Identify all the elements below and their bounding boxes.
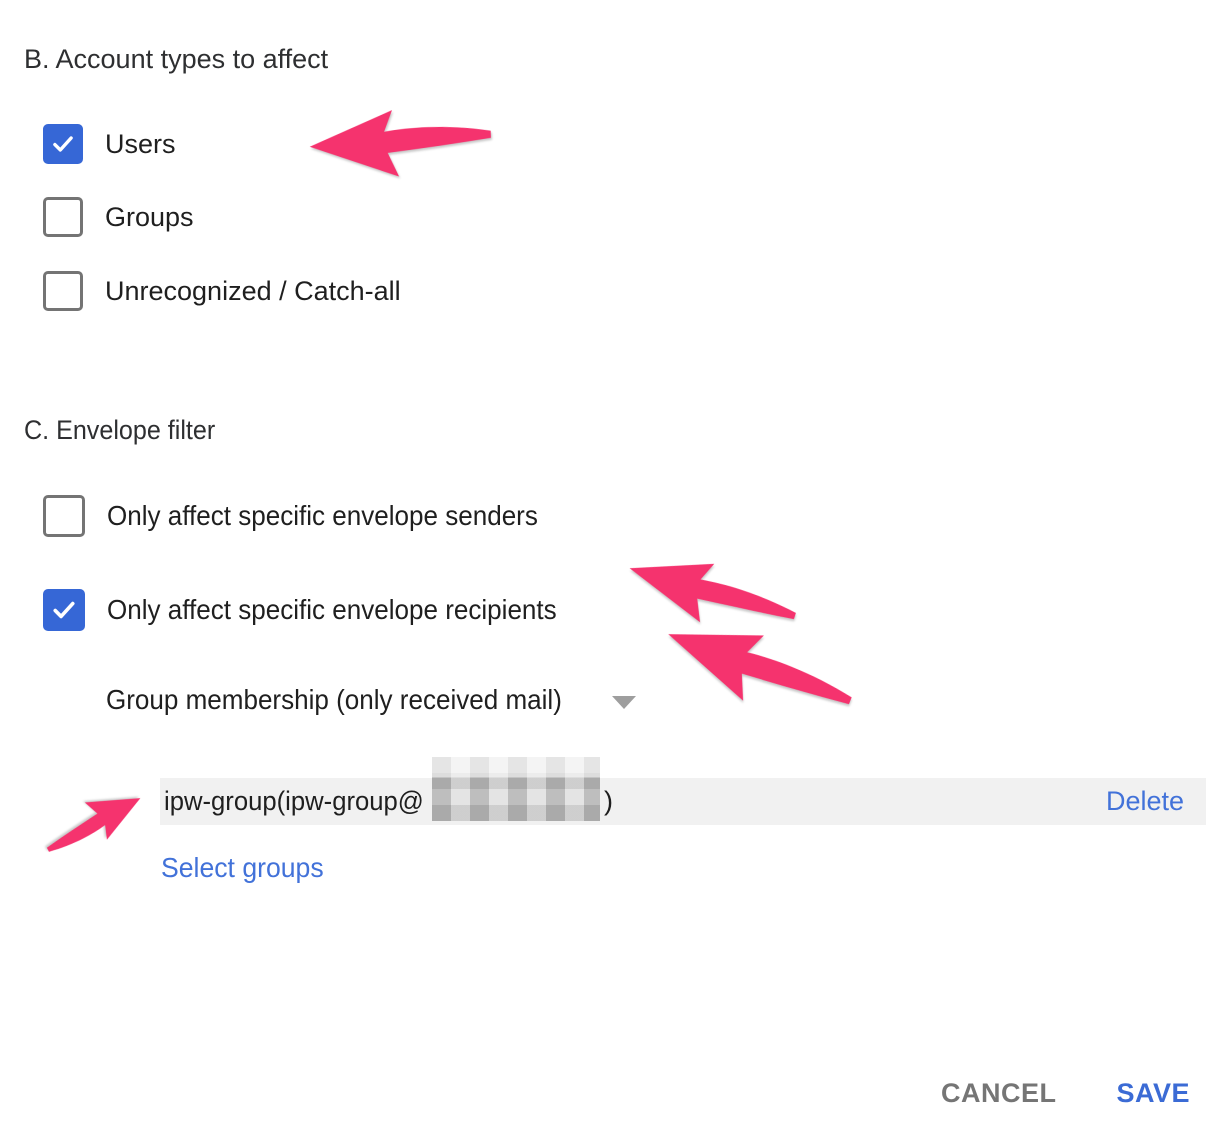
- group-membership-dropdown[interactable]: Group membership (only received mail): [106, 684, 596, 716]
- save-button[interactable]: SAVE: [1116, 1078, 1190, 1109]
- annotation-arrow-group-row: [34, 773, 157, 870]
- group-row: ipw-group(ipw-group@ ) Delete: [160, 778, 1206, 825]
- chevron-down-icon: [612, 696, 636, 709]
- groups-checkbox-label: Groups: [105, 202, 194, 233]
- redacted-email-blur: [432, 757, 600, 821]
- settings-panel: B. Account types to affect Users Groups …: [0, 0, 1222, 1126]
- envelope-recipients-checkbox[interactable]: [43, 589, 85, 631]
- envelope-senders-checkbox[interactable]: [43, 495, 85, 537]
- groups-checkbox[interactable]: [43, 197, 83, 237]
- unrecognized-checkbox-label: Unrecognized / Catch-all: [105, 276, 401, 307]
- users-checkbox[interactable]: [43, 124, 83, 164]
- delete-group-link[interactable]: Delete: [1106, 778, 1184, 825]
- envelope-senders-checkbox-label: Only affect specific envelope senders: [107, 500, 538, 532]
- select-groups-link[interactable]: Select groups: [161, 852, 324, 884]
- envelope-recipients-checkbox-label: Only affect specific envelope recipients: [107, 594, 557, 626]
- section-c-heading: C. Envelope filter: [24, 415, 215, 446]
- annotation-arrow-users: [299, 99, 494, 186]
- group-membership-dropdown-value: Group membership (only received mail): [106, 684, 562, 716]
- check-icon: [50, 596, 78, 624]
- group-name-suffix: ): [604, 778, 613, 825]
- checkbox-row-users[interactable]: Users: [43, 124, 176, 164]
- cancel-button[interactable]: CANCEL: [941, 1078, 1057, 1109]
- group-name-text: ipw-group(ipw-group@: [164, 778, 424, 825]
- unrecognized-checkbox[interactable]: [43, 271, 83, 311]
- checkbox-row-envelope-senders[interactable]: Only affect specific envelope senders: [43, 495, 570, 537]
- section-b-heading: B. Account types to affect: [24, 44, 328, 75]
- users-checkbox-label: Users: [105, 129, 176, 160]
- checkbox-row-unrecognized[interactable]: Unrecognized / Catch-all: [43, 271, 401, 311]
- checkbox-row-groups[interactable]: Groups: [43, 197, 194, 237]
- check-icon: [50, 131, 76, 157]
- checkbox-row-envelope-recipients[interactable]: Only affect specific envelope recipients: [43, 589, 591, 631]
- dialog-footer: CANCEL SAVE: [941, 1078, 1190, 1109]
